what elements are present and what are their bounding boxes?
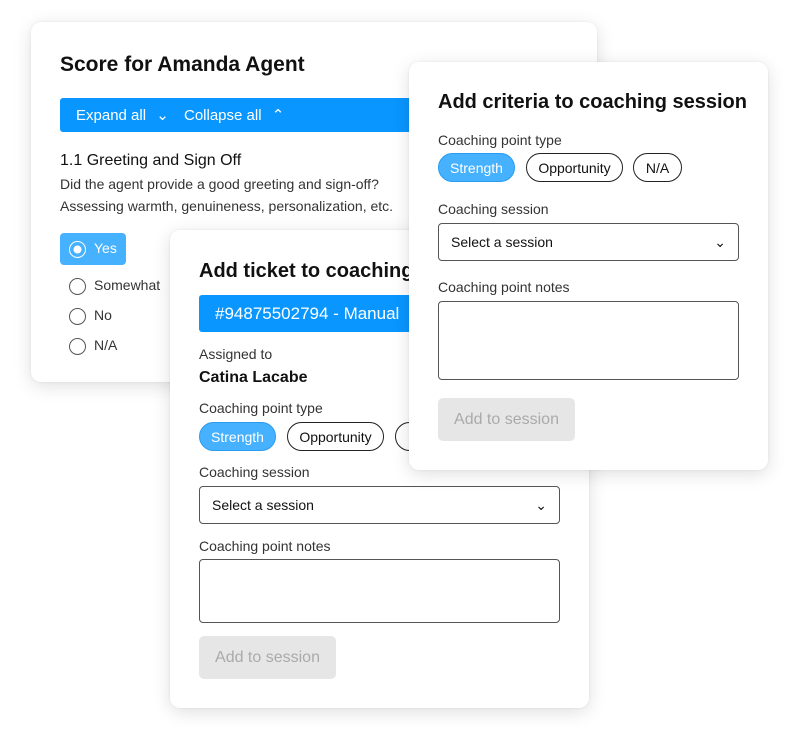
option-label: No [94,307,112,323]
notes-textarea[interactable] [199,559,560,623]
assigned-label: Assigned to [199,346,273,362]
notes-textarea[interactable] [438,301,739,380]
option-label: Somewhat [94,277,161,293]
option-label: Yes [94,240,117,256]
chevron-up-icon: ⌃ [271,107,285,124]
criteria-card-title: Add criteria to coaching session [438,91,747,113]
criteria-card: Add criteria to coaching session Coachin… [409,62,768,470]
session-select[interactable]: Select a session ⌄ [438,223,739,261]
notes-label: Coaching point notes [199,538,331,554]
chevron-down-icon: ⌄ [714,233,726,250]
expand-all-label: Expand all [76,107,147,124]
expand-all-button[interactable]: Expand all ⌄ [76,106,169,124]
score-title: Score for Amanda Agent [60,53,305,76]
chevron-down-icon: ⌄ [535,496,547,513]
pill-strength[interactable]: Strength [438,153,515,182]
add-to-session-button[interactable]: Add to session [199,636,336,679]
notes-label: Coaching point notes [438,279,570,295]
collapse-all-button[interactable]: Collapse all ⌃ [184,106,284,124]
option-na[interactable]: N/A [69,337,117,355]
option-label: N/A [94,337,118,353]
radio-icon [69,277,86,295]
type-label: Coaching point type [199,400,323,416]
option-no[interactable]: No [69,307,112,325]
session-label: Coaching session [199,464,310,480]
option-somewhat[interactable]: Somewhat [69,277,160,295]
assignee: Catina Lacabe [199,369,308,386]
pill-na[interactable]: N/A [633,153,682,182]
radio-icon [69,307,86,325]
pill-opportunity[interactable]: Opportunity [526,153,623,182]
radio-icon [69,337,86,355]
section-title: 1.1 Greeting and Sign Off [60,152,242,169]
session-label: Coaching session [438,201,549,217]
option-yes[interactable]: Yes [60,233,126,265]
pill-opportunity[interactable]: Opportunity [287,422,384,451]
section-desc-1: Did the agent provide a good greeting an… [60,176,379,192]
select-value: Select a session [212,497,314,513]
pill-strength[interactable]: Strength [199,422,276,451]
chevron-down-icon: ⌄ [156,107,169,124]
select-value: Select a session [451,234,553,250]
radio-selected-icon [69,240,86,258]
session-select[interactable]: Select a session ⌄ [199,486,560,524]
section-desc-2: Assessing warmth, genuineness, personali… [60,198,394,214]
add-to-session-button[interactable]: Add to session [438,398,575,441]
collapse-all-label: Collapse all [184,107,262,124]
type-label: Coaching point type [438,132,562,148]
